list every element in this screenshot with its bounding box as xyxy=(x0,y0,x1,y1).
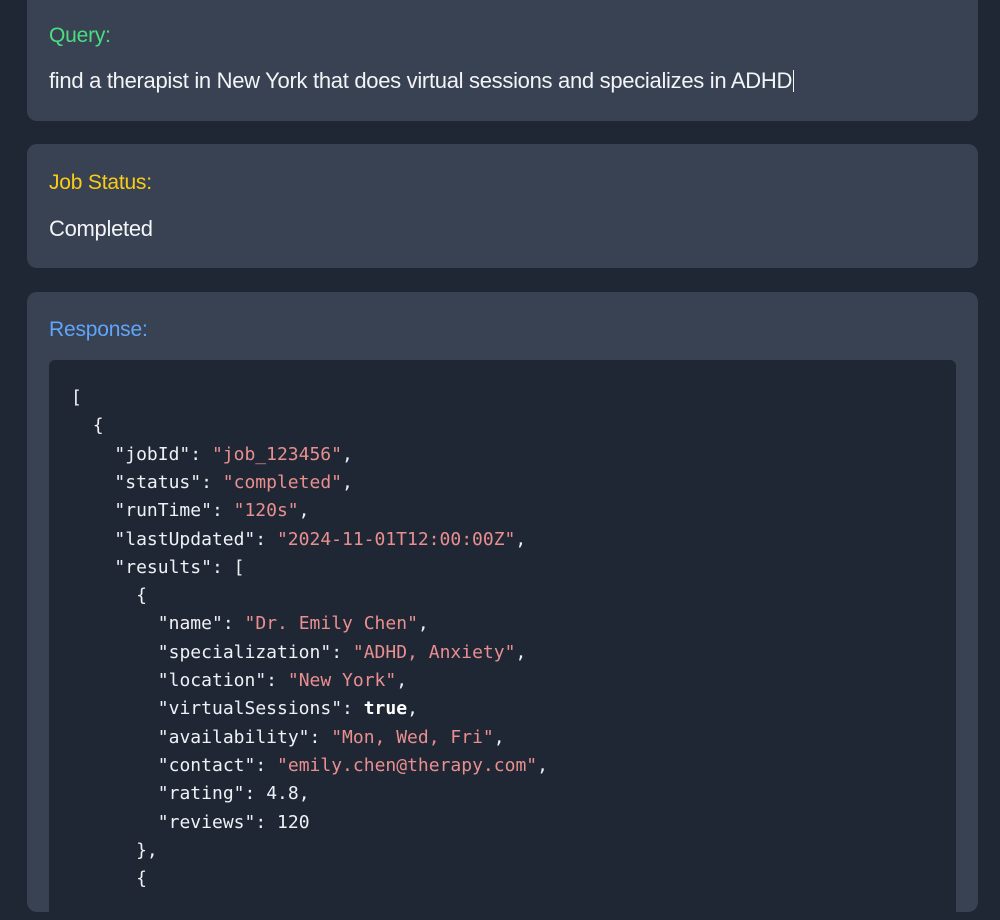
response-label: Response: xyxy=(49,318,148,341)
json-punctuation: , xyxy=(493,726,505,748)
json-punctuation: : xyxy=(255,811,278,833)
json-punctuation: }, xyxy=(136,839,158,861)
json-punctuation: { xyxy=(136,868,147,890)
json-string: "completed" xyxy=(222,471,342,493)
json-string: "Mon, Wed, Fri" xyxy=(331,726,494,748)
code-line: "specialization": "ADHD, Anxiety", xyxy=(158,639,526,667)
json-punctuation: : xyxy=(309,726,332,748)
json-punctuation: : xyxy=(255,754,278,776)
json-punctuation: , xyxy=(298,500,310,522)
json-punctuation: , xyxy=(396,670,408,691)
json-punctuation: , xyxy=(341,443,353,465)
code-line: { xyxy=(136,865,147,893)
code-line: [ xyxy=(71,384,82,412)
json-key: "jobId" xyxy=(114,443,191,465)
json-punctuation: , xyxy=(515,528,527,550)
json-punctuation: : xyxy=(222,613,245,635)
code-line: { xyxy=(136,582,147,610)
json-key: "rating" xyxy=(157,783,245,805)
code-line: "location": "New York", xyxy=(158,667,407,695)
text-cursor xyxy=(793,70,795,92)
json-punctuation: : xyxy=(255,528,277,550)
json-key: "runTime" xyxy=(114,500,212,522)
code-line: "availability": "Mon, Wed, Fri", xyxy=(158,724,505,752)
response-card: Response: [{"jobId": "job_123456", "statu… xyxy=(27,292,978,920)
json-key: "specialization" xyxy=(157,641,332,663)
query-input[interactable]: find a therapist in New York that does v… xyxy=(49,68,795,94)
code-line: { xyxy=(93,412,104,440)
json-punctuation: : xyxy=(331,641,353,663)
json-key: "availability" xyxy=(157,726,310,748)
json-punctuation: , xyxy=(537,754,548,776)
job-status-label: Job Status: xyxy=(49,171,152,194)
json-key: "results" xyxy=(114,556,212,578)
json-key: "name" xyxy=(157,613,223,635)
query-card: Query: find a therapist in New York that… xyxy=(27,0,978,121)
json-punctuation: , xyxy=(342,471,353,493)
query-text: find a therapist in New York that does v… xyxy=(49,68,793,93)
code-line: "jobId": "job_123456", xyxy=(114,441,352,469)
json-punctuation: , xyxy=(407,698,418,720)
json-punctuation: : xyxy=(190,443,212,465)
code-line: "name": "Dr. Emily Chen", xyxy=(158,610,429,638)
code-line: "results": [ xyxy=(114,554,244,582)
json-punctuation: : xyxy=(266,670,288,691)
json-string: "2024-11-01T12:00:00Z" xyxy=(276,528,516,550)
json-punctuation: , xyxy=(298,783,310,805)
code-line: "rating": 4.8, xyxy=(158,780,310,808)
json-punctuation: , xyxy=(515,641,527,663)
code-line: "reviews": 120 xyxy=(158,809,310,837)
json-key: "virtualSessions" xyxy=(157,698,343,720)
code-line: "status": "completed", xyxy=(114,469,352,497)
code-line: "lastUpdated": "2024-11-01T12:00:00Z", xyxy=(114,526,526,554)
json-key: "status" xyxy=(114,471,202,493)
code-line: "contact": "emily.chen@therapy.com", xyxy=(158,752,548,780)
json-punctuation: [ xyxy=(71,387,82,408)
json-string: "job_123456" xyxy=(211,443,342,465)
json-punctuation: { xyxy=(136,585,147,607)
json-punctuation: { xyxy=(92,415,104,437)
json-key: "contact" xyxy=(157,754,256,776)
json-punctuation: , xyxy=(417,613,429,635)
code-line: }, xyxy=(136,837,158,865)
json-number: 4.8 xyxy=(266,783,299,805)
json-key: "location" xyxy=(157,670,267,691)
json-string: "120s" xyxy=(233,500,299,522)
json-boolean: true xyxy=(363,698,408,720)
json-key: "lastUpdated" xyxy=(114,528,256,550)
json-string: "New York" xyxy=(287,670,397,691)
json-punctuation: : xyxy=(244,783,267,805)
query-label: Query: xyxy=(49,24,111,47)
json-number: 120 xyxy=(277,811,310,833)
job-status-card: Job Status: Completed xyxy=(27,144,978,268)
json-string: "ADHD, Anxiety" xyxy=(352,641,516,663)
json-punctuation: : xyxy=(201,471,223,493)
json-punctuation: : xyxy=(211,500,234,522)
json-key: "reviews" xyxy=(157,811,256,833)
json-punctuation: : xyxy=(342,698,364,720)
json-punctuation: : [ xyxy=(211,556,245,578)
code-line: "virtualSessions": true, xyxy=(158,695,418,723)
json-string: "Dr. Emily Chen" xyxy=(244,613,418,635)
json-string: "emily.chen@therapy.com" xyxy=(277,754,538,776)
job-status-value: Completed xyxy=(49,216,153,241)
code-line: "runTime": "120s", xyxy=(114,497,309,525)
response-code-block[interactable]: [{"jobId": "job_123456", "status": "compl… xyxy=(49,360,956,920)
